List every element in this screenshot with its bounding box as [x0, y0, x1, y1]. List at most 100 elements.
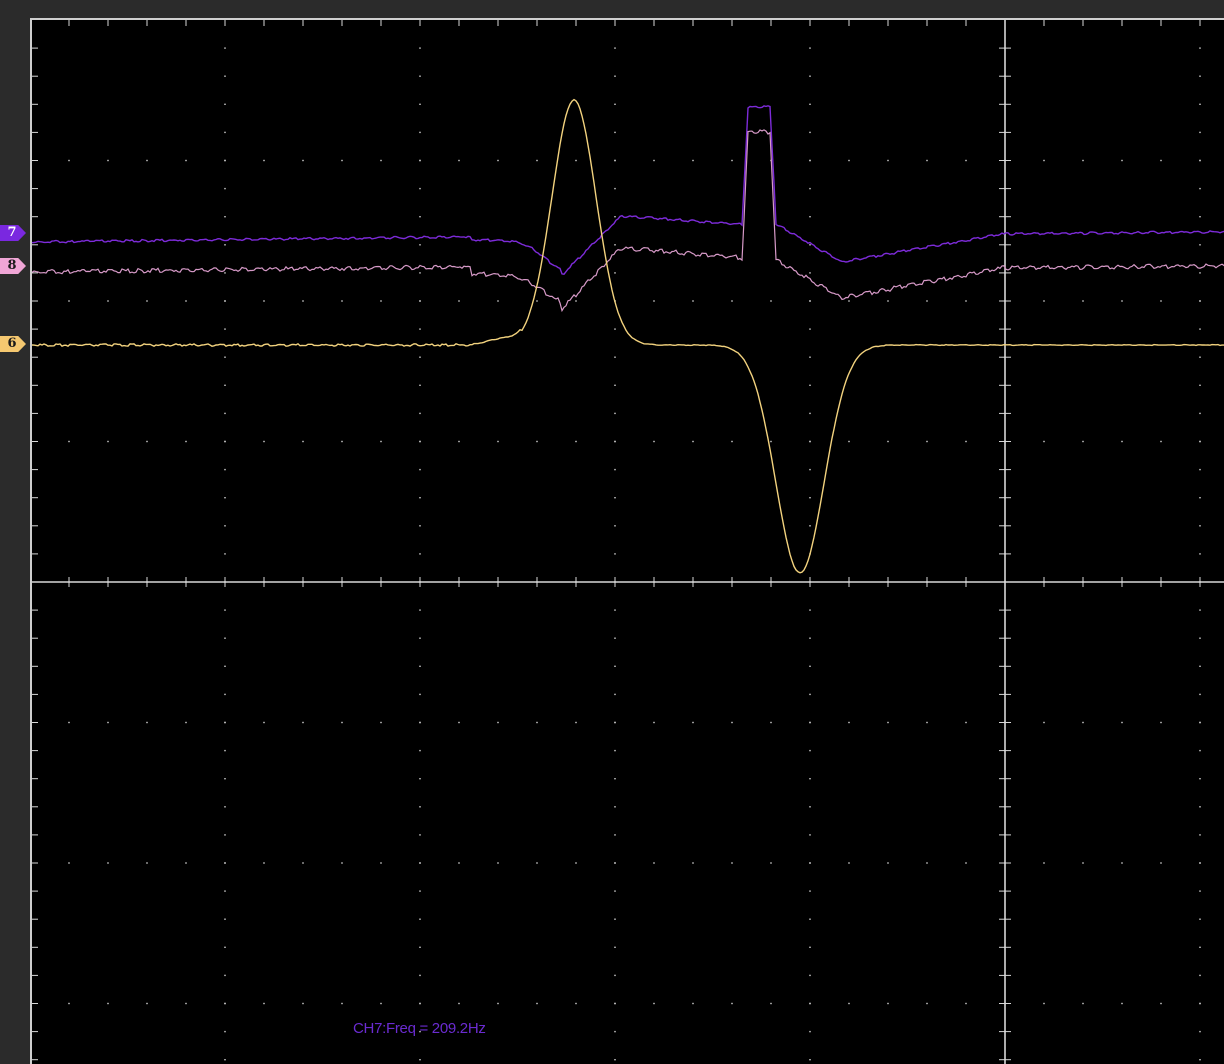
graticule-dot [419, 946, 421, 948]
graticule-dot [341, 159, 343, 162]
graticule-dot [1004, 1059, 1006, 1061]
graticule-dot [809, 159, 811, 162]
graticule-dot [458, 159, 460, 162]
graticule-dot [1160, 440, 1162, 443]
graticule-dot [1004, 328, 1006, 330]
graticule-dot [419, 974, 421, 977]
graticule-dot [614, 834, 616, 836]
graticule-dot [809, 1059, 811, 1061]
graticule-dot [614, 553, 616, 555]
graticule-dot [1121, 721, 1123, 724]
graticule-dot [419, 75, 421, 77]
graticule-dot [224, 890, 226, 892]
graticule-dot [302, 300, 304, 302]
graticule-dot [692, 721, 694, 724]
graticule-dot [692, 300, 694, 302]
graticule-dot [419, 890, 421, 892]
graticule-dot [224, 131, 226, 134]
graticule-dot [1082, 1002, 1084, 1005]
graticule-dot [809, 412, 811, 415]
graticule-dot [341, 721, 343, 724]
graticule-dot [653, 300, 655, 302]
graticule-dot [1082, 862, 1084, 864]
graticule-dot [497, 581, 499, 583]
graticule-dot [263, 721, 265, 724]
graticule-dot [341, 440, 343, 443]
graticule-dot [1004, 1002, 1006, 1005]
graticule-dot [1004, 665, 1006, 667]
graticule-dot [614, 497, 616, 499]
graticule-dot [809, 328, 811, 330]
graticule [32, 20, 1224, 1064]
graticule-dot [731, 300, 733, 302]
graticule-dot [809, 946, 811, 948]
graticule-dot [1004, 974, 1006, 977]
graticule-dot [848, 721, 850, 724]
graticule-dot [809, 384, 811, 386]
waveform-display[interactable] [30, 18, 1224, 1064]
graticule-dot [809, 187, 811, 190]
graticule-dot [653, 159, 655, 162]
graticule-dot [224, 75, 226, 77]
graticule-dot [302, 1002, 304, 1005]
graticule-dot [731, 1002, 733, 1005]
graticule-dot [1043, 1002, 1045, 1005]
graticule-dot [770, 721, 772, 724]
graticule-dot [887, 300, 889, 302]
graticule-dot [419, 272, 421, 274]
graticule-dot [1199, 553, 1201, 555]
graticule-dot [692, 159, 694, 162]
graticule-dot [302, 581, 304, 583]
graticule-dot [692, 581, 694, 583]
graticule-dot [848, 862, 850, 864]
graticule-dot [1199, 216, 1201, 218]
graticule-dot [1199, 974, 1201, 977]
graticule-dot [1004, 749, 1006, 752]
graticule-dot [497, 862, 499, 864]
graticule-dot [653, 440, 655, 443]
graticule-dot [1199, 918, 1201, 920]
graticule-dot [926, 862, 928, 864]
graticule-dot [107, 581, 109, 583]
graticule-dot [458, 300, 460, 302]
graticule-dot [1004, 131, 1006, 134]
graticule-dot [1004, 553, 1006, 555]
graticule-dot [1199, 1030, 1201, 1033]
graticule-dot [419, 862, 421, 864]
graticule-dot [1004, 412, 1006, 415]
graticule-dot [1082, 300, 1084, 302]
graticule-dot [419, 328, 421, 330]
graticule-dot [146, 1002, 148, 1005]
graticule-dot [419, 468, 421, 471]
graticule-dot [809, 806, 811, 808]
graticule-dot [185, 1002, 187, 1005]
graticule-dot [614, 693, 616, 696]
graticule-dot [692, 862, 694, 864]
graticule-dot [224, 806, 226, 808]
graticule-dot [1004, 103, 1006, 105]
graticule-dot [614, 384, 616, 386]
graticule-dot [809, 468, 811, 471]
graticule-dot [419, 131, 421, 134]
waveform-canvas [32, 20, 1224, 1064]
graticule-dot [1199, 328, 1201, 330]
graticule-dot [1004, 834, 1006, 836]
graticule-dot [1082, 581, 1084, 583]
graticule-dot [224, 187, 226, 190]
graticule-dot [224, 862, 226, 864]
graticule-dot [887, 862, 889, 864]
graticule-dot [1004, 159, 1006, 162]
graticule-dot [146, 300, 148, 302]
graticule-dot [575, 300, 577, 302]
graticule-dot [1199, 497, 1201, 499]
graticule-dot [224, 1030, 226, 1033]
graticule-dot [614, 328, 616, 330]
graticule-dot [1199, 1002, 1201, 1005]
graticule-dot [614, 946, 616, 948]
graticule-dot [1004, 581, 1006, 583]
graticule-dot [1199, 244, 1201, 246]
graticule-dot [1043, 721, 1045, 724]
graticule-dot [1004, 525, 1006, 527]
graticule-dot [1082, 721, 1084, 724]
graticule-dot [224, 918, 226, 920]
